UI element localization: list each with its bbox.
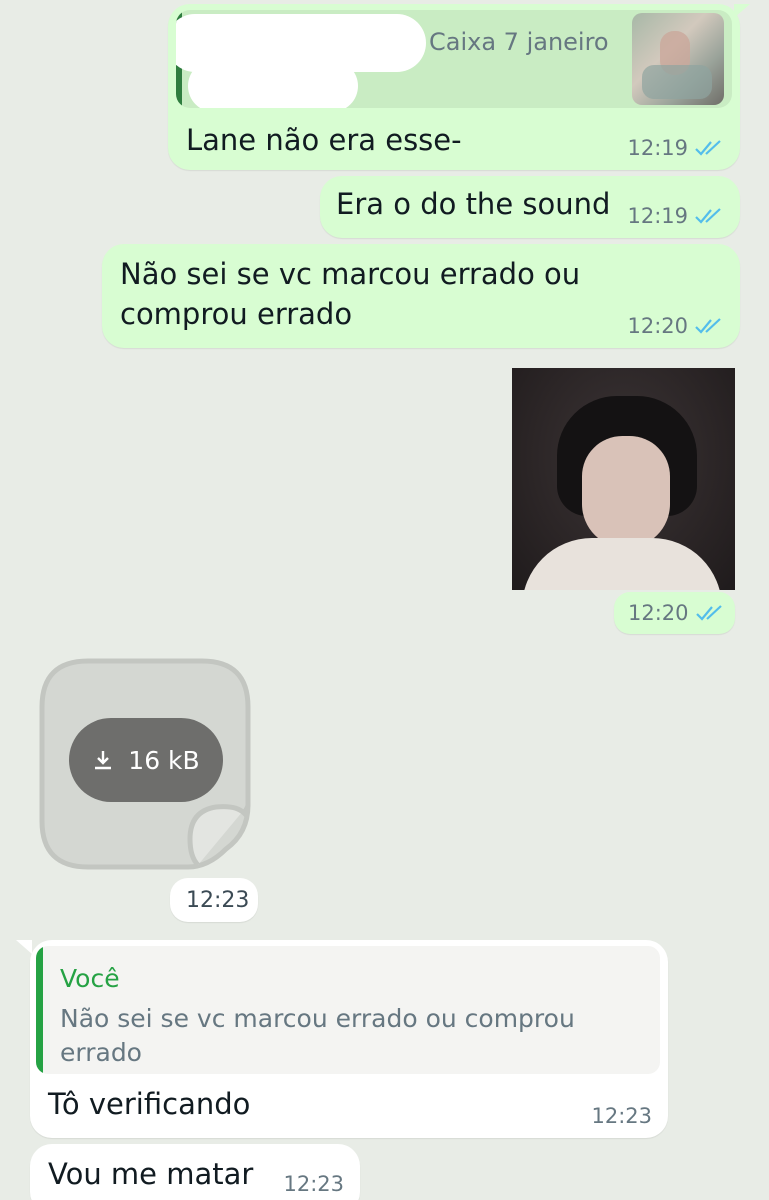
bubble-tail bbox=[734, 4, 750, 18]
message-text: Era o do the sound bbox=[336, 187, 611, 221]
redaction-mark bbox=[188, 60, 358, 108]
double-check-icon bbox=[695, 140, 721, 156]
sticker-placeholder[interactable]: 16 kB bbox=[38, 657, 252, 871]
message-bubble-outgoing[interactable]: Era o do the sound 12:19 bbox=[320, 176, 740, 238]
quoted-message[interactable]: Você Não sei se vc marcou errado ou comp… bbox=[36, 946, 660, 1074]
message-meta: 12:20 bbox=[627, 314, 724, 338]
quote-text-line: errado bbox=[60, 1038, 142, 1067]
message-text: Tô verificando bbox=[48, 1087, 251, 1121]
message-time: 12:23 bbox=[591, 1104, 652, 1128]
image-face bbox=[582, 436, 670, 548]
sticker-time-bubble: 12:23 bbox=[170, 878, 258, 922]
quote-author: Você bbox=[60, 964, 120, 993]
double-check-icon bbox=[695, 605, 722, 621]
message-text-line: Não sei se vc marcou errado ou bbox=[120, 257, 581, 291]
message-time: 12:23 bbox=[283, 1172, 344, 1196]
message-meta: 12:20 bbox=[628, 601, 725, 625]
message-meta: 12:19 bbox=[627, 136, 724, 160]
double-check-icon bbox=[695, 208, 721, 224]
message-time: 12:19 bbox=[627, 204, 688, 228]
message-bubble-incoming[interactable]: Você Não sei se vc marcou errado ou comp… bbox=[30, 940, 668, 1138]
quote-text-line: Não sei se vc marcou errado ou comprou bbox=[60, 1004, 575, 1033]
message-image[interactable] bbox=[512, 368, 735, 590]
message-text-line: comprou errado bbox=[120, 297, 353, 331]
message-time: 12:20 bbox=[627, 314, 688, 338]
quote-thumbnail bbox=[632, 13, 724, 105]
message-text: Lane não era esse- bbox=[186, 123, 462, 157]
download-size: 16 kB bbox=[128, 745, 200, 775]
quoted-message[interactable]: Caixa 7 janeiro bbox=[176, 10, 732, 108]
bubble-tail bbox=[16, 940, 32, 954]
message-text: Vou me matar bbox=[48, 1157, 254, 1191]
download-icon bbox=[95, 751, 112, 770]
image-shoulders bbox=[522, 538, 722, 590]
quote-caption: Caixa 7 janeiro bbox=[429, 28, 609, 56]
message-time: 12:23 bbox=[186, 888, 250, 913]
download-button[interactable]: 16 kB bbox=[69, 718, 223, 802]
message-meta: 12:19 bbox=[627, 204, 724, 228]
message-time: 12:19 bbox=[627, 136, 688, 160]
message-time: 12:20 bbox=[628, 601, 689, 625]
image-meta-bubble: 12:20 bbox=[614, 592, 735, 634]
message-bubble-outgoing[interactable]: Não sei se vc marcou errado ou comprou e… bbox=[102, 244, 740, 348]
quote-accent-bar bbox=[36, 946, 43, 1074]
message-bubble-incoming[interactable]: Vou me matar 12:23 bbox=[30, 1144, 360, 1200]
message-bubble-outgoing[interactable]: Caixa 7 janeiro Lane não era esse- 12:19 bbox=[168, 4, 740, 170]
double-check-icon bbox=[695, 318, 721, 334]
